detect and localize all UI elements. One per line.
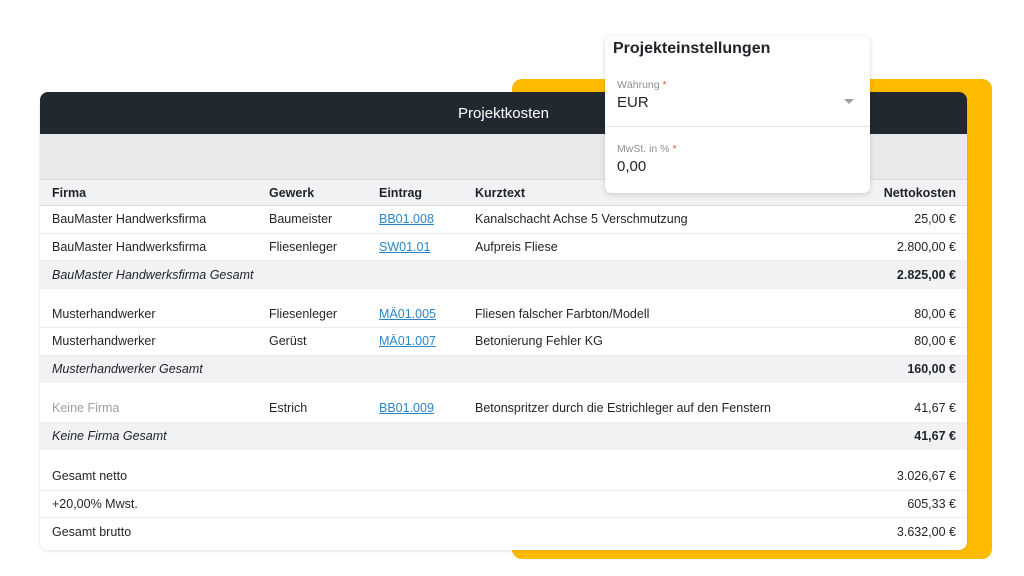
cell-firma: BauMaster Handwerksfirma [52, 239, 207, 254]
cell-nettokosten: 25,00 € [914, 212, 956, 227]
total-netto-value: 3.026,67 € [896, 469, 956, 484]
cell-gewerk: Estrich [269, 401, 308, 416]
subtotal-value: 41,67 € [914, 429, 956, 444]
table-row: BauMaster Handwerksfirma Fliesenleger SW… [40, 234, 967, 261]
total-mwst-label: +20,00% Mwst. [52, 496, 138, 511]
header-gewerk[interactable]: Gewerk [269, 186, 314, 200]
cell-nettokosten: 2.800,00 € [896, 239, 956, 254]
total-mwst-value: 605,33 € [907, 496, 956, 511]
chevron-down-icon[interactable] [844, 99, 854, 104]
vat-label: MwSt. in % * [617, 143, 870, 155]
required-mark: * [672, 143, 677, 155]
entry-link[interactable]: SW01.01 [379, 240, 430, 254]
header-eintrag[interactable]: Eintrag [379, 186, 422, 200]
header-nettokosten[interactable]: Nettokosten [884, 186, 956, 200]
currency-label-text: Währung [617, 79, 660, 91]
cell-gewerk: Fliesenleger [269, 306, 338, 321]
total-brutto-label: Gesamt brutto [52, 524, 132, 539]
total-mwst-row: +20,00% Mwst. 605,33 € [40, 491, 967, 518]
cell-nettokosten: 80,00 € [914, 306, 956, 321]
project-settings-panel: Projekteinstellungen Währung * EUR MwSt.… [605, 36, 870, 193]
currency-label: Währung * [617, 79, 870, 91]
currency-select[interactable]: Währung * EUR [605, 79, 870, 125]
subtotal-row: Keine Firma Gesamt 41,67 € [40, 422, 967, 450]
table-row: Musterhandwerker Gerüst MÄ01.007 Betonie… [40, 328, 967, 356]
vat-field[interactable]: MwSt. in % * 0,00 [605, 143, 870, 189]
vat-value[interactable]: 0,00 [617, 158, 870, 175]
entry-link[interactable]: MÄ01.007 [379, 334, 436, 348]
subtotal-label: Keine Firma Gesamt [52, 429, 167, 444]
entry-link[interactable]: BB01.008 [379, 212, 434, 226]
required-mark: * [662, 79, 667, 91]
cell-firma: Musterhandwerker [52, 306, 156, 321]
table-row: BauMaster Handwerksfirma Baumeister BB01… [40, 206, 967, 234]
header-firma[interactable]: Firma [52, 186, 86, 200]
cell-firma: BauMaster Handwerksfirma [52, 212, 207, 227]
cell-kurztext: Kanalschacht Achse 5 Verschmutzung [475, 212, 688, 227]
header-kurztext[interactable]: Kurztext [475, 186, 525, 200]
cell-kurztext: Betonierung Fehler KG [475, 334, 603, 349]
table-row: Musterhandwerker Fliesenleger MÄ01.005 F… [40, 301, 967, 328]
table-row: Keine Firma Estrich BB01.009 Betonspritz… [40, 395, 967, 423]
total-netto-label: Gesamt netto [52, 469, 128, 484]
cell-gewerk: Baumeister [269, 212, 333, 227]
cell-gewerk: Gerüst [269, 334, 307, 349]
total-brutto-value: 3.632,00 € [896, 524, 956, 539]
cell-firma: Musterhandwerker [52, 334, 156, 349]
subtotal-row: Musterhandwerker Gesamt 160,00 € [40, 355, 967, 383]
settings-title: Projekteinstellungen [613, 40, 771, 57]
cell-gewerk: Fliesenleger [269, 239, 338, 254]
cell-kurztext: Fliesen falscher Farbton/Modell [475, 306, 650, 321]
currency-value: EUR [617, 94, 649, 111]
total-brutto-row: Gesamt brutto 3.632,00 € [40, 518, 967, 546]
cell-kurztext: Aufpreis Fliese [475, 239, 558, 254]
card-title: Projektkosten [458, 104, 549, 122]
subtotal-label: Musterhandwerker Gesamt [52, 362, 203, 377]
subtotal-value: 2.825,00 € [896, 267, 956, 282]
cell-nettokosten: 80,00 € [914, 334, 956, 349]
subtotal-value: 160,00 € [907, 362, 956, 377]
subtotal-row: BauMaster Handwerksfirma Gesamt 2.825,00… [40, 261, 967, 289]
entry-link[interactable]: MÄ01.005 [379, 307, 436, 321]
entry-link[interactable]: BB01.009 [379, 401, 434, 415]
cell-nettokosten: 41,67 € [914, 401, 956, 416]
cell-kurztext: Betonspritzer durch die Estrichleger auf… [475, 401, 771, 416]
total-netto-row: Gesamt netto 3.026,67 € [40, 463, 967, 491]
subtotal-label: BauMaster Handwerksfirma Gesamt [52, 267, 254, 282]
vat-label-text: MwSt. in % [617, 143, 670, 155]
field-divider [605, 126, 870, 127]
cell-firma: Keine Firma [52, 401, 120, 416]
